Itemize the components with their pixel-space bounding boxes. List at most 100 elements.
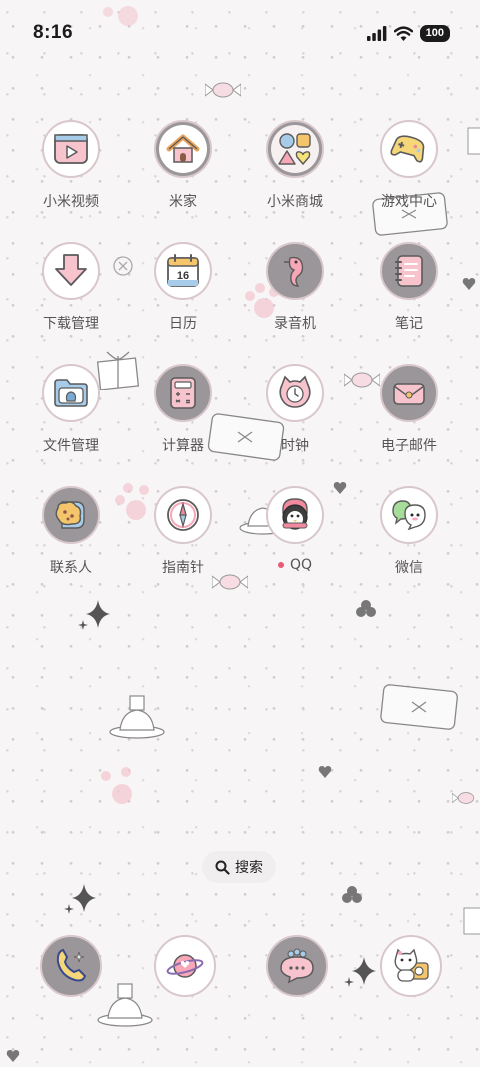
app-icon-frame [380,242,438,300]
dock-app-messages[interactable] [266,935,328,997]
app-label: 时钟 [281,438,309,454]
sparkle-decoration [78,600,110,630]
app-qq[interactable]: QQ [240,486,350,586]
download-arrow-icon [55,254,87,286]
dock-app-planet[interactable] [154,935,216,997]
app-icon-frame [380,364,438,422]
app-label: 笔记 [395,316,423,332]
app-icon-frame [40,935,102,997]
app-icon-frame [380,486,438,544]
app-contacts[interactable]: 联系人 [16,486,126,586]
app-icon-frame [42,486,100,544]
app-icon-frame [380,935,442,997]
cat-clock-icon [279,375,311,408]
app-icon-frame [42,364,100,422]
app-label: 联系人 [50,560,92,576]
video-play-icon [54,134,88,164]
planet-heart-icon [166,954,204,978]
calendar-day-text: 16 [177,270,189,282]
candy-decoration [205,82,241,98]
clover-decoration [342,886,362,903]
penguin-icon [282,498,308,530]
app-label: 日历 [169,316,197,332]
notification-dot [277,562,284,568]
gamepad-icon [390,135,425,163]
heart-decoration [462,278,476,290]
app-label: 下载管理 [43,316,99,332]
app-recorder[interactable]: 录音机 [240,242,350,342]
house-icon [166,134,200,163]
app-icon-frame [380,120,438,178]
app-mi-video[interactable]: 小米视频 [16,120,126,220]
battery-indicator: 100 [419,24,450,42]
phone-icon [56,948,87,982]
app-icon-frame [266,364,324,422]
app-calculator[interactable]: 计算器 [128,364,238,464]
app-clock[interactable]: 时钟 [240,364,350,464]
sparkle-decoration [344,957,376,987]
clover-decoration [356,600,376,617]
app-mi-store[interactable]: 小米商城 [240,120,350,220]
envelope-icon [393,383,425,405]
app-icon-frame [154,364,212,422]
message-bubble-icon [280,948,314,984]
app-downloads[interactable]: 下载管理 [16,242,126,342]
app-label: 计算器 [162,438,204,454]
app-label-text: QQ [289,557,313,573]
status-bar: 8:16 100 [0,0,480,68]
app-compass[interactable]: 指南针 [128,486,238,586]
search-button[interactable]: 搜索 [202,851,276,883]
heart-decoration [6,1050,20,1062]
app-wechat[interactable]: 微信 [354,486,464,586]
search-icon [215,860,230,875]
wifi-icon [393,25,413,41]
cat-camera-icon [394,948,429,982]
cushion-decoration [380,684,458,730]
app-calendar[interactable]: 16 日历 [128,242,238,342]
dock-app-camera[interactable] [380,935,442,997]
search-label: 搜索 [235,860,263,876]
compass-icon [167,499,199,531]
signal-icon [366,25,387,41]
app-label: 游戏中心 [381,194,437,210]
calculator-icon [170,377,196,409]
app-icon-frame [266,120,324,178]
app-label: 电子邮件 [381,438,437,454]
sparkle-decoration [64,884,96,914]
app-icon-frame [42,242,100,300]
app-label: QQ [277,557,313,573]
app-icon-frame [42,120,100,178]
shapes-icon [278,133,311,166]
app-label: 录音机 [274,316,316,332]
app-mijia[interactable]: 米家 [128,120,238,220]
calendar-icon: 16 [167,254,199,287]
app-icon-frame: 16 [154,242,212,300]
app-email[interactable]: 电子邮件 [354,364,464,464]
chat-ghost-icon [392,500,426,531]
app-icon-frame [266,242,324,300]
dock-app-phone[interactable] [40,935,102,997]
app-file-manager[interactable]: 文件管理 [16,364,126,464]
app-icon-frame [154,120,212,178]
notebook-icon [395,255,423,287]
cake-decoration [109,695,165,739]
cookie-contacts-icon [55,501,85,529]
status-time: 8:16 [33,22,74,43]
app-label: 微信 [395,560,423,576]
app-label: 小米视频 [43,194,99,210]
app-label: 米家 [169,194,197,210]
seahorse-icon [284,256,304,287]
app-game-center[interactable]: 游戏中心 [354,120,464,220]
app-notes[interactable]: 笔记 [354,242,464,342]
app-icon-frame [266,486,324,544]
app-icon-frame [154,935,216,997]
app-label: 小米商城 [267,194,323,210]
cake-decoration [97,983,153,1027]
status-icons: 100 [366,24,450,42]
app-icon-frame [154,486,212,544]
candy-decoration [452,792,475,804]
sticky-note-decoration [463,907,480,935]
folder-icon [54,379,88,407]
heart-decoration [318,766,332,778]
app-label: 指南针 [162,560,204,576]
